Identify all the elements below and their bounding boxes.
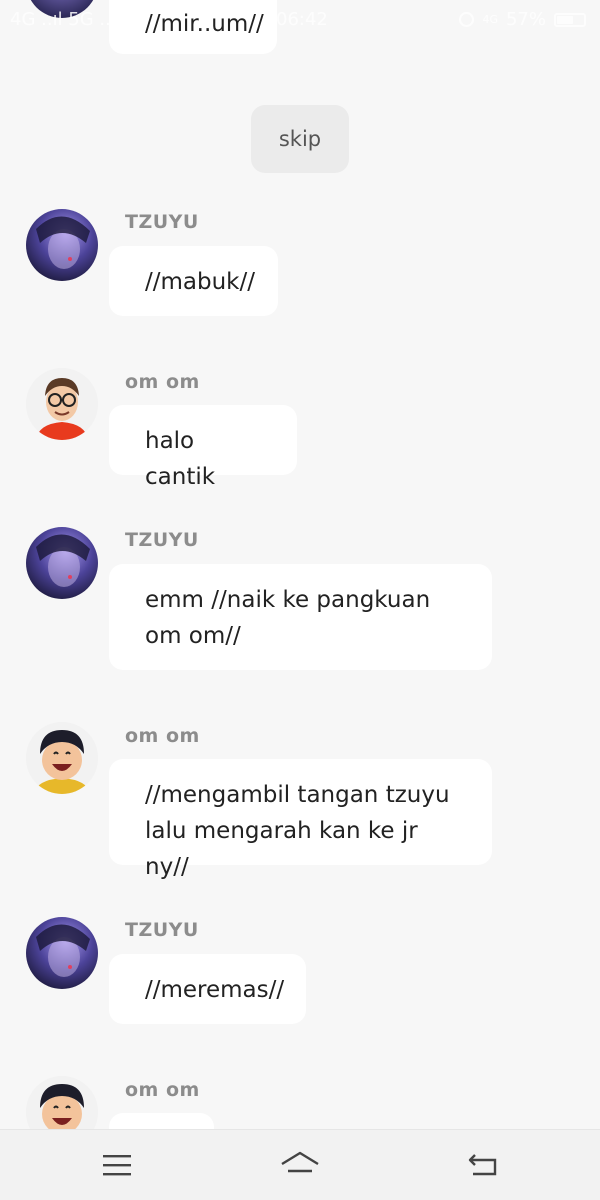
avatar-tzuyu[interactable] xyxy=(26,917,98,989)
message-bubble[interactable]: //mengambil tangan tzuyu lalu mengarah k… xyxy=(109,759,492,880)
avatar-om-om[interactable] xyxy=(26,1076,98,1130)
home-button[interactable] xyxy=(280,1146,320,1184)
message-bubble[interactable]: //mir..um// xyxy=(109,0,277,54)
message-bubble[interactable]: //mabuk// xyxy=(109,246,278,316)
back-icon xyxy=(468,1154,497,1176)
message-text: emm //naik ke pangkuan om om// xyxy=(145,587,431,649)
home-icon xyxy=(281,1151,319,1173)
tzuyu-avatar xyxy=(26,209,98,281)
sender-name: om om xyxy=(125,371,200,393)
message-text: //mabuk// xyxy=(145,269,255,295)
back-button[interactable] xyxy=(463,1146,503,1184)
avatar-tzuyu[interactable] xyxy=(26,209,98,281)
tzuyu-avatar xyxy=(26,0,98,18)
avatar-om-om[interactable] xyxy=(26,368,98,440)
message-text: //meremas// xyxy=(145,977,285,1003)
avatar-om-om[interactable] xyxy=(26,722,98,794)
sender-name: om om xyxy=(125,725,200,747)
navigation-bar xyxy=(0,1129,600,1200)
sender-name: TZUYU xyxy=(125,529,199,551)
message-text: //mengambil tangan tzuyu lalu mengarah k… xyxy=(145,782,450,880)
message-bubble[interactable] xyxy=(109,1113,214,1130)
message-text: //mir..um// xyxy=(145,11,264,37)
message-bubble[interactable]: //meremas// xyxy=(109,954,306,1024)
menu-icon xyxy=(103,1155,131,1176)
message-text: halo cantik xyxy=(145,428,216,490)
om-laugh-avatar xyxy=(26,722,98,794)
om-glasses-avatar xyxy=(26,368,98,440)
sender-name: om om xyxy=(125,1079,200,1101)
message-bubble[interactable]: halo cantik xyxy=(109,405,297,490)
avatar-tzuyu[interactable] xyxy=(26,0,98,18)
sender-name: TZUYU xyxy=(125,211,199,233)
om-laugh-avatar xyxy=(26,1076,98,1130)
message-bubble[interactable]: emm //naik ke pangkuan om om// xyxy=(109,564,492,670)
avatar-tzuyu[interactable] xyxy=(26,527,98,599)
tzuyu-avatar xyxy=(26,917,98,989)
chat-view[interactable]: //mir..um// skip TZUYU //mabuk// om om h… xyxy=(0,0,600,1130)
skip-button[interactable]: skip xyxy=(251,105,349,173)
sender-name: TZUYU xyxy=(125,919,199,941)
menu-button[interactable] xyxy=(97,1146,137,1184)
tzuyu-avatar xyxy=(26,527,98,599)
